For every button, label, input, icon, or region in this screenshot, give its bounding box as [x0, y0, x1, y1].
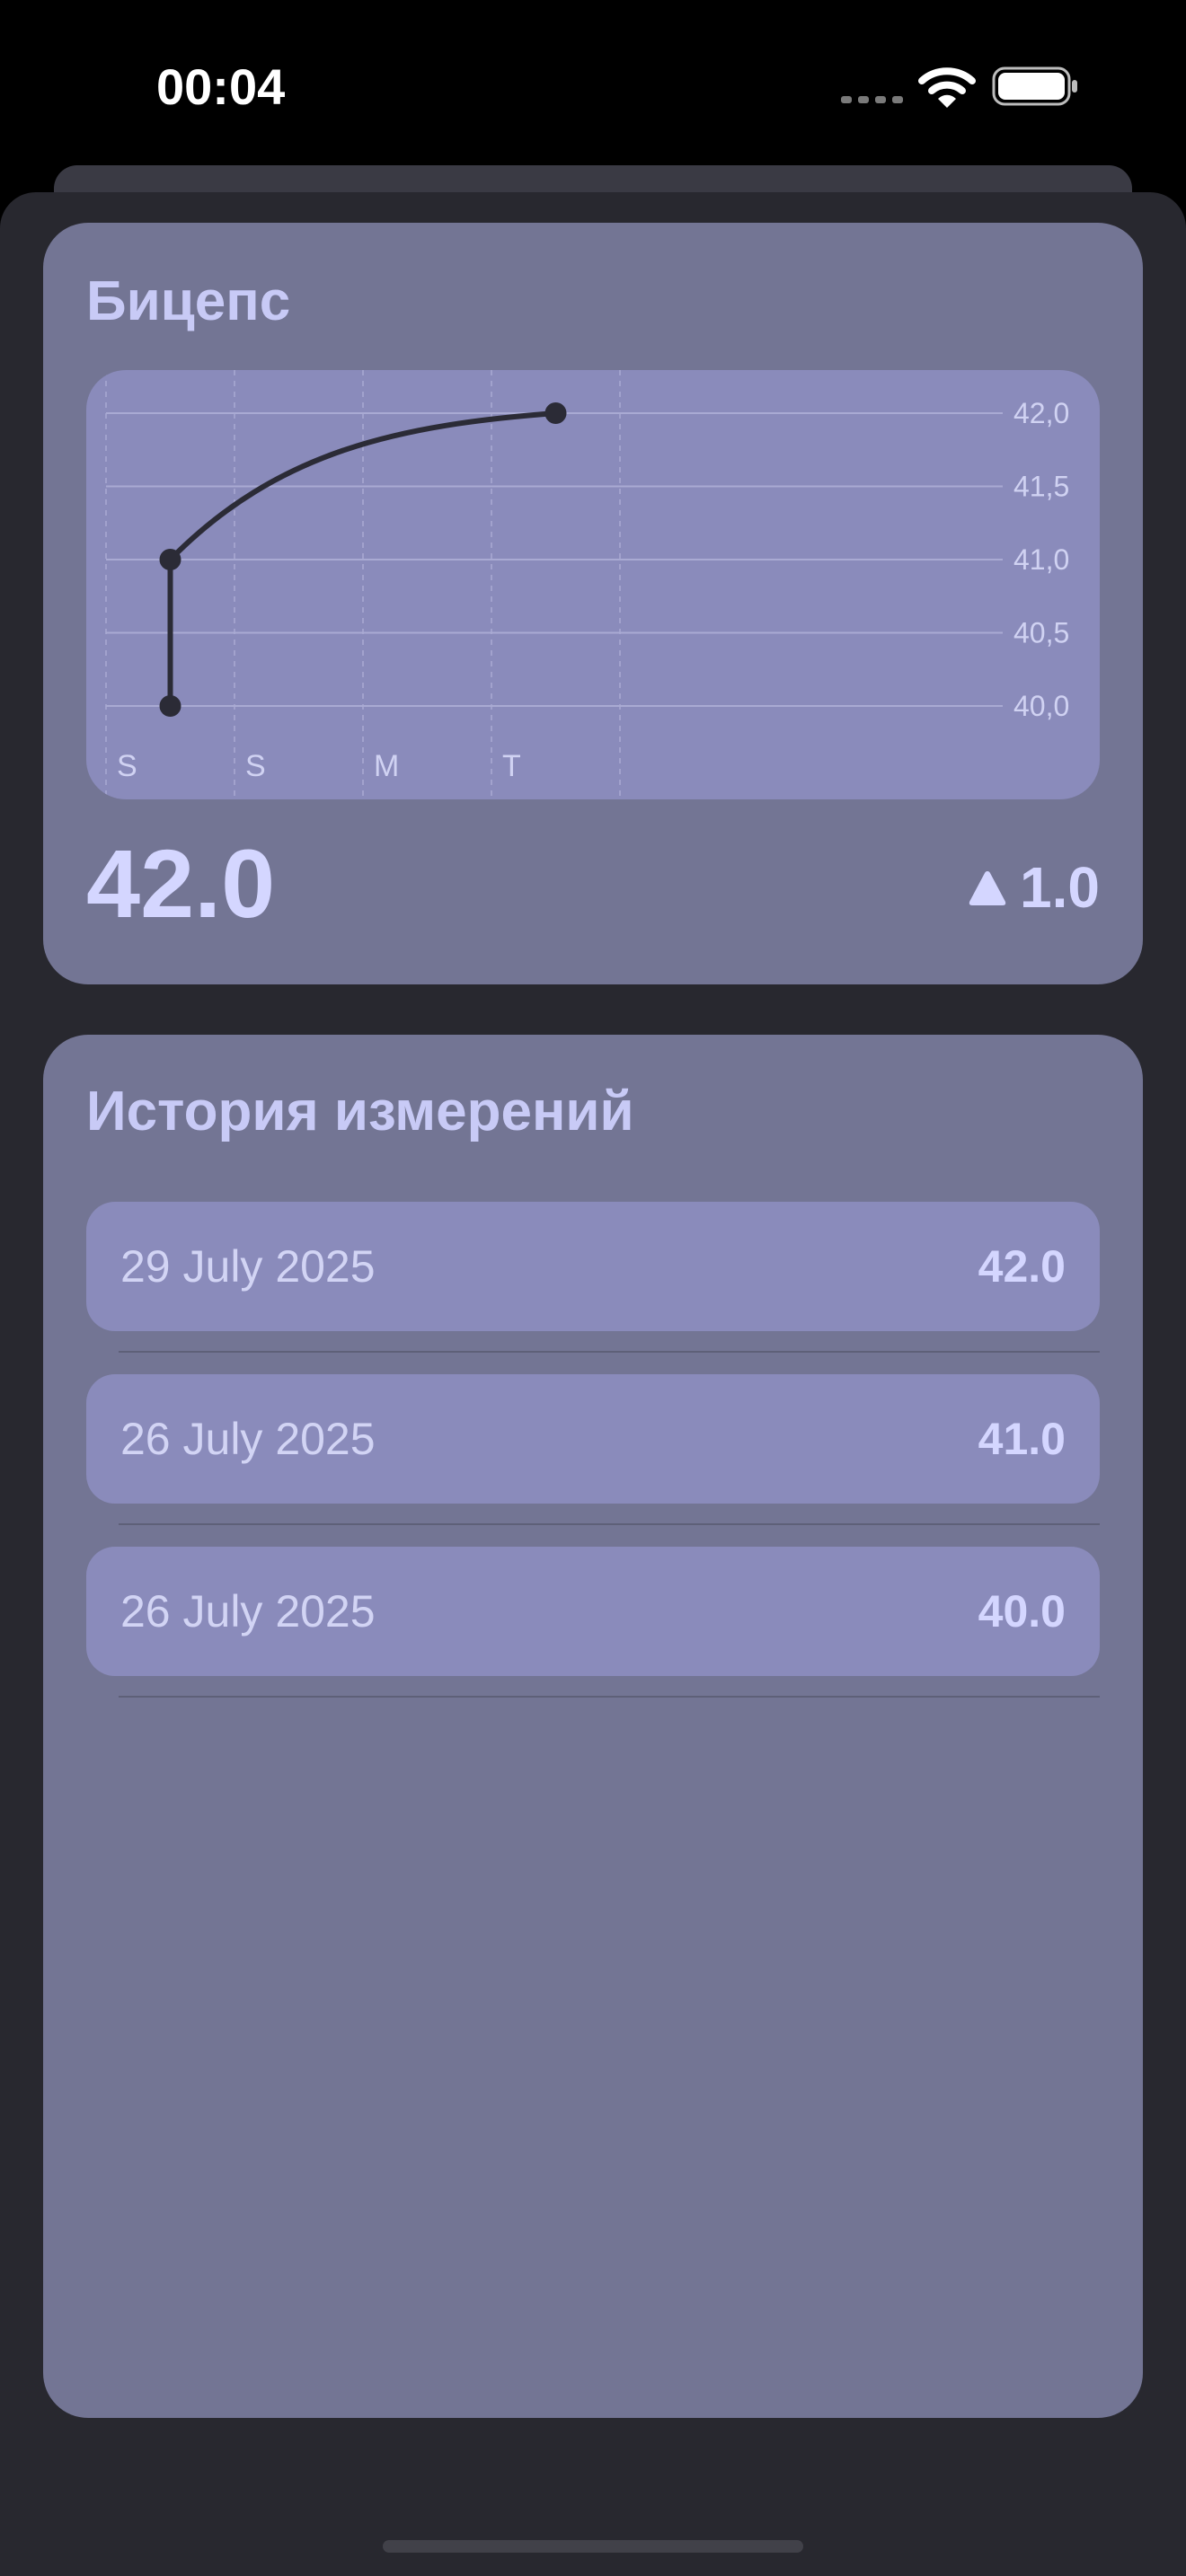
history-row[interactable]: 29 July 2025 42.0	[86, 1202, 1100, 1331]
cellular-dots-icon	[841, 96, 903, 103]
history-title: История измерений	[86, 1081, 634, 1142]
row-divider	[119, 1523, 1100, 1525]
change-value: 1.0	[1020, 855, 1100, 920]
y-tick-label: 40,5	[1013, 617, 1069, 649]
history-row[interactable]: 26 July 2025 41.0	[86, 1374, 1100, 1504]
measurement-card: Бицепс 42,0 41,5 41,0 40,5 40,0 S S M T 42.0 1.0	[43, 223, 1143, 984]
status-time: 00:04	[156, 58, 286, 115]
row-divider	[119, 1696, 1100, 1698]
x-tick-label: M	[374, 749, 399, 783]
data-point	[544, 402, 567, 424]
row-date: 26 July 2025	[120, 1586, 376, 1636]
measurement-title: Бицепс	[86, 270, 291, 332]
x-tick-label: S	[117, 749, 137, 783]
current-value: 42.0	[86, 829, 276, 938]
x-tick-label: S	[245, 749, 266, 783]
y-tick-label: 42,0	[1013, 397, 1069, 429]
row-value: 40.0	[978, 1586, 1066, 1636]
x-tick-label: T	[502, 749, 521, 783]
modal-sheet: Бицепс 42,0 41,5 41,0 40,5 40,0 S S M T 42.0 1.0…	[0, 192, 1186, 2576]
battery-icon	[992, 66, 1077, 106]
triangle-up-icon	[969, 871, 1006, 905]
data-point	[159, 695, 181, 717]
change-indicator: 1.0	[968, 855, 1100, 920]
y-tick-label: 41,0	[1013, 543, 1069, 576]
data-point	[159, 549, 181, 570]
history-row[interactable]: 26 July 2025 40.0	[86, 1547, 1100, 1676]
line-chart: 42,0 41,5 41,0 40,5 40,0 S S M T	[86, 370, 1100, 799]
y-tick-label: 40,0	[1013, 690, 1069, 722]
history-card: История измерений 29 July 2025 42.0 26 J…	[43, 1035, 1143, 2418]
wifi-icon	[918, 67, 976, 108]
row-date: 26 July 2025	[120, 1414, 376, 1464]
row-value: 41.0	[978, 1414, 1066, 1464]
row-date: 29 July 2025	[120, 1241, 376, 1292]
row-divider	[119, 1351, 1100, 1353]
y-tick-label: 41,5	[1013, 471, 1069, 503]
row-value: 42.0	[978, 1241, 1066, 1292]
home-indicator	[383, 2540, 803, 2553]
